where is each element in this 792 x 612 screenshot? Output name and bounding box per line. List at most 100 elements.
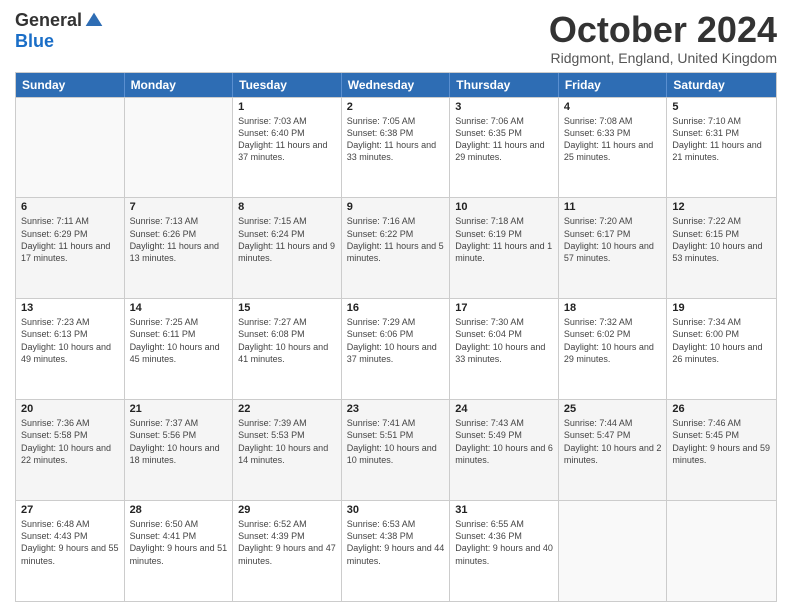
day-number: 14 bbox=[130, 302, 228, 314]
day-cell-25: 25 Sunrise: 7:44 AM Sunset: 5:47 PM Dayli… bbox=[559, 400, 668, 500]
day-cell-12: 12 Sunrise: 7:22 AM Sunset: 6:15 PM Dayli… bbox=[667, 198, 776, 298]
day-number: 18 bbox=[564, 302, 662, 314]
day-info: Sunrise: 7:30 AM Sunset: 6:04 PM Dayligh… bbox=[455, 316, 553, 365]
day-number: 9 bbox=[347, 201, 445, 213]
day-info: Sunrise: 7:43 AM Sunset: 5:49 PM Dayligh… bbox=[455, 417, 553, 466]
day-cell-31: 31Sunrise: 6:55 AM Sunset: 4:36 PM Dayli… bbox=[450, 501, 559, 601]
day-info: Sunrise: 7:32 AM Sunset: 6:02 PM Dayligh… bbox=[564, 316, 662, 365]
header-day-wednesday: Wednesday bbox=[342, 73, 451, 97]
day-number: 2 bbox=[347, 101, 445, 113]
day-info: Sunrise: 7:23 AM Sunset: 6:13 PM Dayligh… bbox=[21, 316, 119, 365]
day-cell-27: 27 Sunrise: 6:48 AM Sunset: 4:43 PM Dayli… bbox=[16, 501, 125, 601]
day-number: 25 bbox=[564, 403, 662, 415]
day-number: 6 bbox=[21, 201, 119, 213]
day-number: 4 bbox=[564, 101, 662, 113]
day-info: Sunrise: 7:44 AM Sunset: 5:47 PM Dayligh… bbox=[564, 417, 662, 466]
day-cell-30: 30 Sunrise: 6:53 AM Sunset: 4:38 PM Dayli… bbox=[342, 501, 451, 601]
day-info: Sunrise: 7:37 AM Sunset: 5:56 PM Dayligh… bbox=[130, 417, 228, 466]
page: General Blue October 2024 Ridgmont, Engl… bbox=[0, 0, 792, 612]
calendar-week-3: 13 Sunrise: 7:23 AM Sunset: 6:13 PM Dayli… bbox=[16, 298, 776, 399]
day-info: Sunrise: 7:20 AM Sunset: 6:17 PM Dayligh… bbox=[564, 215, 662, 264]
day-number: 13 bbox=[21, 302, 119, 314]
calendar-week-5: 27 Sunrise: 6:48 AM Sunset: 4:43 PM Dayli… bbox=[16, 500, 776, 601]
day-info: Sunrise: 7:25 AM Sunset: 6:11 PM Dayligh… bbox=[130, 316, 228, 365]
day-cell-14: 14 Sunrise: 7:25 AM Sunset: 6:11 PM Dayli… bbox=[125, 299, 234, 399]
day-cell-5: 5 Sunrise: 7:10 AM Sunset: 6:31 PM Daylig… bbox=[667, 98, 776, 198]
location: Ridgmont, England, United Kingdom bbox=[549, 50, 777, 66]
day-cell-20: 20 Sunrise: 7:36 AM Sunset: 5:58 PM Dayli… bbox=[16, 400, 125, 500]
day-number: 17 bbox=[455, 302, 553, 314]
day-info: Sunrise: 7:27 AM Sunset: 6:08 PM Dayligh… bbox=[238, 316, 336, 365]
day-info: Sunrise: 7:10 AM Sunset: 6:31 PM Dayligh… bbox=[672, 115, 771, 164]
day-cell-19: 19Sunrise: 7:34 AM Sunset: 6:00 PM Dayli… bbox=[667, 299, 776, 399]
day-cell-24: 24Sunrise: 7:43 AM Sunset: 5:49 PM Dayli… bbox=[450, 400, 559, 500]
day-info: Sunrise: 7:15 AM Sunset: 6:24 PM Dayligh… bbox=[238, 215, 336, 264]
title-section: October 2024 Ridgmont, England, United K… bbox=[549, 10, 777, 66]
day-number: 27 bbox=[21, 504, 119, 516]
day-info: Sunrise: 7:41 AM Sunset: 5:51 PM Dayligh… bbox=[347, 417, 445, 466]
day-info: Sunrise: 7:34 AM Sunset: 6:00 PM Dayligh… bbox=[672, 316, 771, 365]
day-number: 26 bbox=[672, 403, 771, 415]
day-cell-10: 10 Sunrise: 7:18 AM Sunset: 6:19 PM Dayli… bbox=[450, 198, 559, 298]
day-info: Sunrise: 7:06 AM Sunset: 6:35 PM Dayligh… bbox=[455, 115, 553, 164]
empty-cell bbox=[125, 98, 234, 198]
month-title: October 2024 bbox=[549, 10, 777, 50]
day-info: Sunrise: 7:08 AM Sunset: 6:33 PM Dayligh… bbox=[564, 115, 662, 164]
day-number: 28 bbox=[130, 504, 228, 516]
header-day-tuesday: Tuesday bbox=[233, 73, 342, 97]
day-info: Sunrise: 6:52 AM Sunset: 4:39 PM Dayligh… bbox=[238, 518, 336, 567]
empty-cell bbox=[16, 98, 125, 198]
calendar-body: 1Sunrise: 7:03 AM Sunset: 6:40 PM Daylig… bbox=[16, 97, 776, 601]
day-number: 5 bbox=[672, 101, 771, 113]
day-number: 30 bbox=[347, 504, 445, 516]
day-info: Sunrise: 7:05 AM Sunset: 6:38 PM Dayligh… bbox=[347, 115, 445, 164]
day-info: Sunrise: 7:36 AM Sunset: 5:58 PM Dayligh… bbox=[21, 417, 119, 466]
header-day-thursday: Thursday bbox=[450, 73, 559, 97]
day-cell-29: 29 Sunrise: 6:52 AM Sunset: 4:39 PM Dayli… bbox=[233, 501, 342, 601]
day-info: Sunrise: 6:53 AM Sunset: 4:38 PM Dayligh… bbox=[347, 518, 445, 567]
calendar-week-1: 1Sunrise: 7:03 AM Sunset: 6:40 PM Daylig… bbox=[16, 97, 776, 198]
day-number: 20 bbox=[21, 403, 119, 415]
day-info: Sunrise: 6:48 AM Sunset: 4:43 PM Dayligh… bbox=[21, 518, 119, 567]
day-number: 21 bbox=[130, 403, 228, 415]
header: General Blue October 2024 Ridgmont, Engl… bbox=[15, 10, 777, 66]
logo-blue: Blue bbox=[15, 31, 54, 52]
header-day-saturday: Saturday bbox=[667, 73, 776, 97]
calendar-week-2: 6Sunrise: 7:11 AM Sunset: 6:29 PM Daylig… bbox=[16, 197, 776, 298]
day-number: 29 bbox=[238, 504, 336, 516]
day-number: 3 bbox=[455, 101, 553, 113]
day-cell-17: 17 Sunrise: 7:30 AM Sunset: 6:04 PM Dayli… bbox=[450, 299, 559, 399]
day-cell-15: 15 Sunrise: 7:27 AM Sunset: 6:08 PM Dayli… bbox=[233, 299, 342, 399]
day-number: 12 bbox=[672, 201, 771, 213]
day-number: 7 bbox=[130, 201, 228, 213]
day-info: Sunrise: 7:22 AM Sunset: 6:15 PM Dayligh… bbox=[672, 215, 771, 264]
day-cell-11: 11 Sunrise: 7:20 AM Sunset: 6:17 PM Dayli… bbox=[559, 198, 668, 298]
calendar-header: SundayMondayTuesdayWednesdayThursdayFrid… bbox=[16, 73, 776, 97]
day-number: 8 bbox=[238, 201, 336, 213]
day-cell-3: 3 Sunrise: 7:06 AM Sunset: 6:35 PM Daylig… bbox=[450, 98, 559, 198]
empty-cell bbox=[559, 501, 668, 601]
day-cell-6: 6Sunrise: 7:11 AM Sunset: 6:29 PM Daylig… bbox=[16, 198, 125, 298]
logo-icon bbox=[84, 11, 104, 31]
day-number: 22 bbox=[238, 403, 336, 415]
day-number: 31 bbox=[455, 504, 553, 516]
day-number: 23 bbox=[347, 403, 445, 415]
day-number: 11 bbox=[564, 201, 662, 213]
day-cell-16: 16Sunrise: 7:29 AM Sunset: 6:06 PM Dayli… bbox=[342, 299, 451, 399]
day-cell-8: 8 Sunrise: 7:15 AM Sunset: 6:24 PM Daylig… bbox=[233, 198, 342, 298]
day-cell-1: 1Sunrise: 7:03 AM Sunset: 6:40 PM Daylig… bbox=[233, 98, 342, 198]
day-cell-21: 21 Sunrise: 7:37 AM Sunset: 5:56 PM Dayli… bbox=[125, 400, 234, 500]
day-info: Sunrise: 7:39 AM Sunset: 5:53 PM Dayligh… bbox=[238, 417, 336, 466]
day-info: Sunrise: 7:46 AM Sunset: 5:45 PM Dayligh… bbox=[672, 417, 771, 466]
calendar-week-4: 20 Sunrise: 7:36 AM Sunset: 5:58 PM Dayli… bbox=[16, 399, 776, 500]
calendar: SundayMondayTuesdayWednesdayThursdayFrid… bbox=[15, 72, 777, 602]
day-cell-4: 4 Sunrise: 7:08 AM Sunset: 6:33 PM Daylig… bbox=[559, 98, 668, 198]
logo: General Blue bbox=[15, 10, 104, 52]
day-number: 15 bbox=[238, 302, 336, 314]
header-day-friday: Friday bbox=[559, 73, 668, 97]
empty-cell bbox=[667, 501, 776, 601]
day-info: Sunrise: 7:18 AM Sunset: 6:19 PM Dayligh… bbox=[455, 215, 553, 264]
header-day-monday: Monday bbox=[125, 73, 234, 97]
header-day-sunday: Sunday bbox=[16, 73, 125, 97]
day-number: 10 bbox=[455, 201, 553, 213]
